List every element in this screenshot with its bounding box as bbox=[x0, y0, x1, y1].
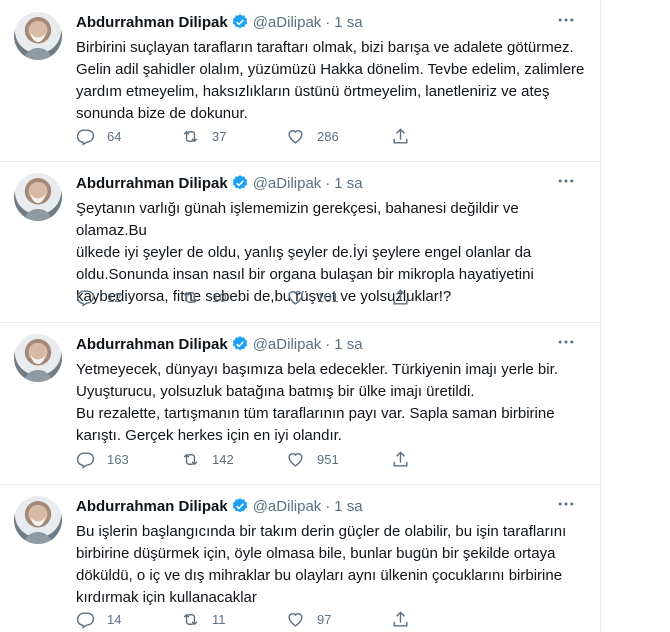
like-button[interactable]: 286 bbox=[286, 127, 391, 146]
retweet-icon bbox=[183, 291, 198, 304]
avatar[interactable] bbox=[14, 496, 62, 544]
more-icon[interactable] bbox=[554, 332, 578, 356]
share-button[interactable] bbox=[391, 450, 496, 469]
retweet-count: 37 bbox=[212, 129, 227, 144]
retweet-count: 142 bbox=[212, 452, 234, 467]
verified-badge-icon bbox=[231, 13, 249, 31]
separator-dot: · bbox=[325, 497, 331, 515]
like-button[interactable]: 101 bbox=[286, 288, 391, 307]
like-count: 101 bbox=[317, 290, 339, 305]
like-icon bbox=[288, 130, 303, 144]
author-handle[interactable]: @aDilipak bbox=[253, 498, 322, 515]
retweet-button[interactable]: 37 bbox=[181, 127, 286, 146]
reply-button[interactable]: 12 bbox=[76, 288, 181, 307]
retweet-button[interactable]: 11 bbox=[181, 610, 286, 629]
reply-button[interactable]: 14 bbox=[76, 610, 181, 629]
reply-count: 12 bbox=[107, 290, 122, 305]
share-button[interactable] bbox=[391, 610, 496, 629]
tweet-actions: 163 142 951 bbox=[76, 450, 496, 469]
retweet-button[interactable]: 142 bbox=[181, 450, 286, 469]
tweet-text: Yetmeyecek, dünyayı başımıza bela edecek… bbox=[76, 361, 558, 444]
retweet-count: 10 bbox=[212, 290, 227, 305]
tweet-time[interactable]: 1 sa bbox=[334, 336, 362, 353]
author-name[interactable]: Abdurrahman Dilipak bbox=[76, 14, 228, 31]
tweet-actions: 12 10 101 bbox=[76, 288, 496, 307]
reply-icon bbox=[76, 612, 95, 629]
retweet-button[interactable]: 10 bbox=[181, 288, 286, 307]
retweet-count: 11 bbox=[212, 612, 226, 627]
tweet[interactable]: Abdurrahman Dilipak @aDilipak · 1 sa Şey… bbox=[0, 161, 600, 323]
tweet-header: Abdurrahman Dilipak @aDilipak · 1 sa bbox=[76, 334, 363, 354]
reply-count: 14 bbox=[107, 612, 122, 627]
tweet-actions: 14 11 97 bbox=[76, 610, 496, 629]
separator-dot: · bbox=[325, 335, 331, 353]
avatar[interactable] bbox=[14, 12, 62, 60]
separator-dot: · bbox=[325, 174, 331, 192]
reply-count: 64 bbox=[107, 129, 122, 144]
tweet-time[interactable]: 1 sa bbox=[334, 175, 362, 192]
like-count: 286 bbox=[317, 129, 339, 144]
share-icon bbox=[393, 611, 408, 627]
tweet-time[interactable]: 1 sa bbox=[334, 498, 362, 515]
more-icon[interactable] bbox=[554, 10, 578, 34]
tweet-time[interactable]: 1 sa bbox=[334, 14, 362, 31]
verified-badge-icon bbox=[231, 497, 249, 515]
like-count: 951 bbox=[317, 452, 339, 467]
reply-icon bbox=[76, 290, 95, 307]
avatar[interactable] bbox=[14, 334, 62, 382]
more-icon[interactable] bbox=[554, 171, 578, 195]
tweet-header: Abdurrahman Dilipak @aDilipak · 1 sa bbox=[76, 173, 363, 193]
like-count: 97 bbox=[317, 612, 332, 627]
author-handle[interactable]: @aDilipak bbox=[253, 14, 322, 31]
tweet-header: Abdurrahman Dilipak @aDilipak · 1 sa bbox=[76, 12, 363, 32]
author-handle[interactable]: @aDilipak bbox=[253, 336, 322, 353]
separator-dot: · bbox=[325, 13, 331, 31]
like-icon bbox=[288, 613, 303, 627]
tweet-text: Bu işlerin başlangıcında bir takım derin… bbox=[76, 523, 567, 606]
tweet-header: Abdurrahman Dilipak @aDilipak · 1 sa bbox=[76, 496, 363, 516]
tweet-text: Birbirini suçlayan tarafların taraftarı … bbox=[76, 39, 585, 122]
tweet[interactable]: Abdurrahman Dilipak @aDilipak · 1 sa Bir… bbox=[0, 0, 600, 162]
verified-badge-icon bbox=[231, 174, 249, 192]
like-button[interactable]: 97 bbox=[286, 610, 391, 629]
like-button[interactable]: 951 bbox=[286, 450, 391, 469]
tweet[interactable]: Abdurrahman Dilipak @aDilipak · 1 sa Yet… bbox=[0, 322, 600, 485]
more-icon[interactable] bbox=[554, 494, 578, 518]
share-icon bbox=[393, 128, 408, 144]
tweet[interactable]: Abdurrahman Dilipak @aDilipak · 1 sa Bu … bbox=[0, 484, 600, 632]
share-icon bbox=[393, 289, 408, 305]
like-icon bbox=[288, 291, 303, 305]
author-handle[interactable]: @aDilipak bbox=[253, 175, 322, 192]
reply-icon bbox=[76, 129, 95, 146]
retweet-icon bbox=[183, 453, 198, 466]
retweet-icon bbox=[183, 130, 198, 143]
reply-button[interactable]: 163 bbox=[76, 450, 181, 469]
tweet-feed: Abdurrahman Dilipak @aDilipak · 1 sa Bir… bbox=[0, 0, 601, 632]
reply-count: 163 bbox=[107, 452, 129, 467]
retweet-icon bbox=[183, 613, 198, 626]
reply-icon bbox=[76, 452, 95, 469]
share-button[interactable] bbox=[391, 127, 496, 146]
verified-badge-icon bbox=[231, 335, 249, 353]
author-name[interactable]: Abdurrahman Dilipak bbox=[76, 175, 228, 192]
avatar[interactable] bbox=[14, 173, 62, 221]
tweet-actions: 64 37 286 bbox=[76, 127, 496, 146]
author-name[interactable]: Abdurrahman Dilipak bbox=[76, 336, 228, 353]
like-icon bbox=[288, 453, 303, 467]
reply-button[interactable]: 64 bbox=[76, 127, 181, 146]
share-icon bbox=[393, 451, 408, 467]
author-name[interactable]: Abdurrahman Dilipak bbox=[76, 498, 228, 515]
share-button[interactable] bbox=[391, 288, 496, 307]
